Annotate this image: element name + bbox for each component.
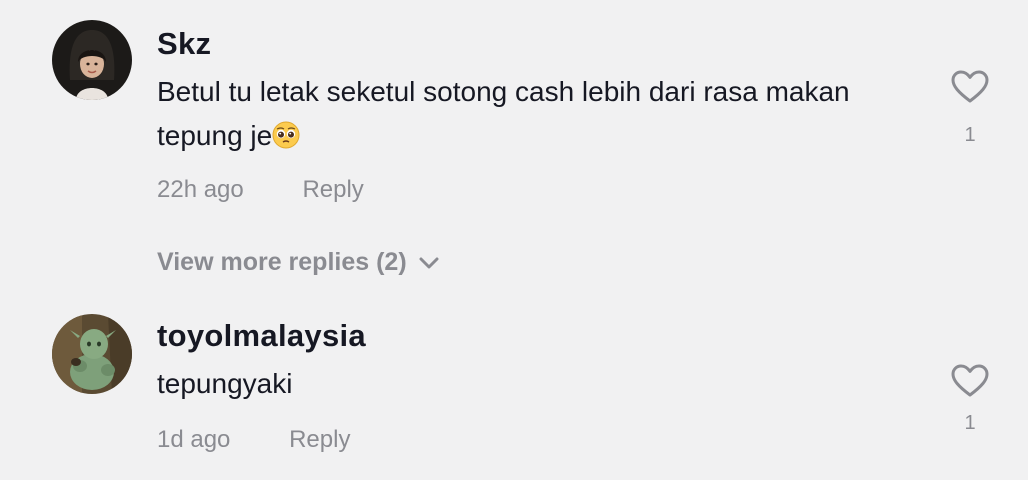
comment-username[interactable]: Skz bbox=[157, 26, 211, 62]
chevron-down-icon bbox=[419, 257, 439, 269]
comment-meta: 1d ago Reply bbox=[157, 426, 350, 454]
like-control: 1 bbox=[948, 364, 992, 435]
comment-timestamp: 1d ago bbox=[157, 426, 231, 453]
avatar-image bbox=[52, 20, 132, 100]
like-control: 1 bbox=[948, 70, 992, 147]
reply-button[interactable]: Reply bbox=[289, 426, 350, 453]
reply-button[interactable]: Reply bbox=[302, 176, 363, 203]
avatar-image bbox=[52, 314, 132, 394]
comment-text-content: Betul tu letak seketul sotong cash lebih… bbox=[157, 76, 850, 151]
comment-text: tepungyaki bbox=[157, 368, 293, 399]
avatar[interactable] bbox=[52, 20, 132, 100]
like-count: 1 bbox=[964, 124, 976, 146]
view-more-replies-button[interactable]: View more replies (2) bbox=[157, 248, 439, 277]
comment-meta: 22h ago Reply bbox=[157, 176, 364, 204]
view-more-replies-label: View more replies (2) bbox=[157, 248, 407, 276]
heart-icon[interactable] bbox=[948, 364, 992, 400]
like-count: 1 bbox=[964, 412, 976, 434]
comment-timestamp: 22h ago bbox=[157, 176, 244, 203]
heart-icon[interactable] bbox=[948, 70, 992, 106]
comment-username[interactable]: toyolmalaysia bbox=[157, 318, 366, 354]
avatar[interactable] bbox=[52, 314, 132, 394]
pleading-face-emoji-icon bbox=[272, 118, 300, 149]
comment-text: Betul tu letak seketul sotong cash lebih… bbox=[157, 70, 877, 158]
